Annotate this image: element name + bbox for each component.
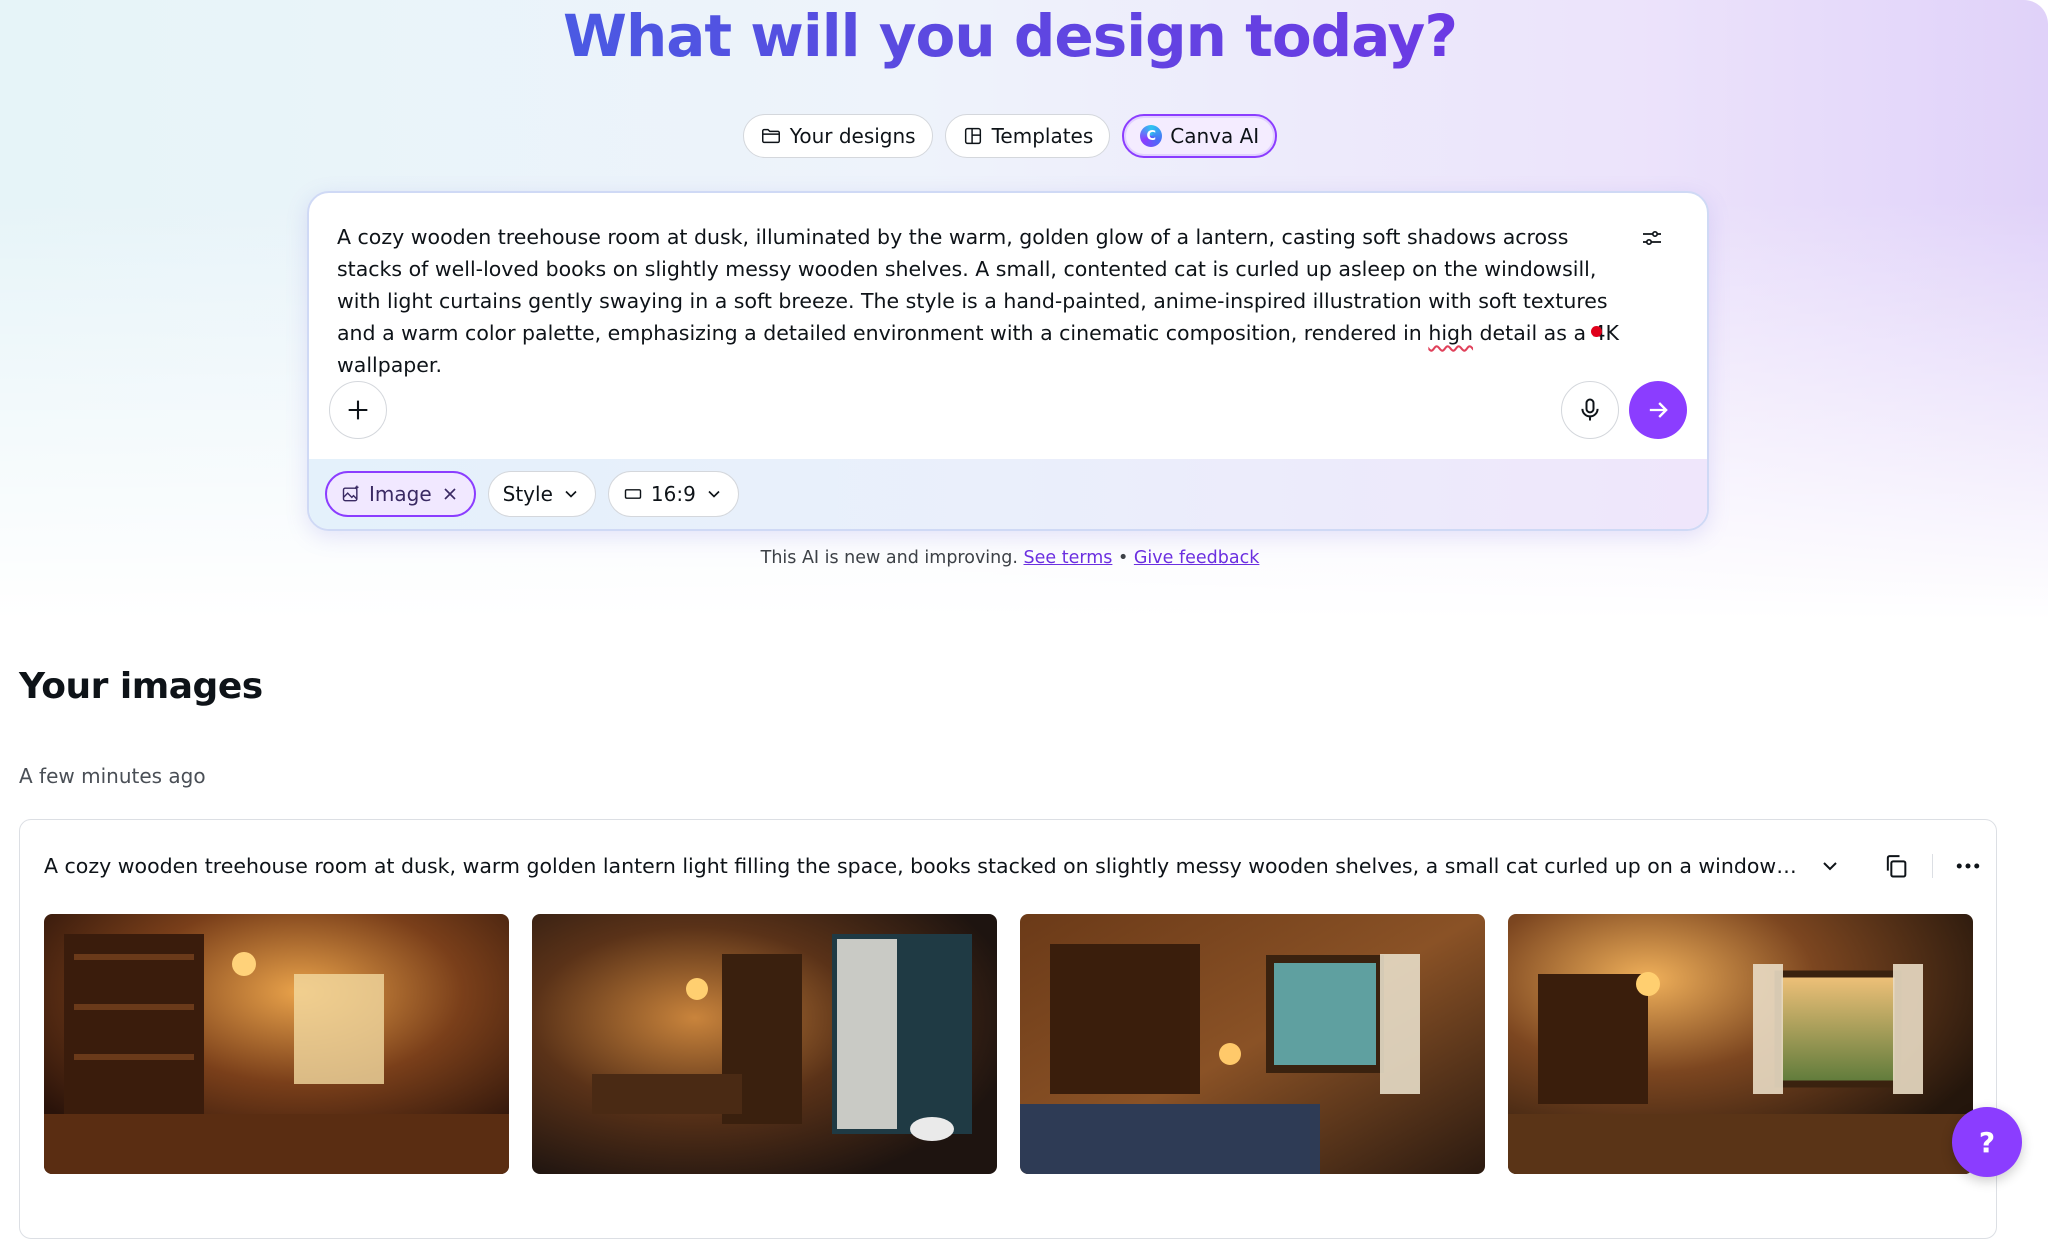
- design-tabs: Your designs Templates C Canva AI: [0, 114, 2020, 158]
- tab-label: Canva AI: [1170, 124, 1260, 148]
- ai-disclaimer: This AI is new and improving. See terms …: [0, 548, 2020, 568]
- prompt-composer: A cozy wooden treehouse room at dusk, il…: [307, 191, 1709, 531]
- copy-icon: [1886, 855, 1907, 878]
- image-type-chip[interactable]: Image: [325, 471, 476, 517]
- style-label: Style: [502, 482, 553, 506]
- expand-prompt-button[interactable]: [1812, 848, 1848, 884]
- template-icon: [964, 127, 981, 145]
- treehouse-illustration-3: [1020, 914, 1485, 1174]
- send-button[interactable]: [1629, 381, 1687, 439]
- plus-icon: [348, 400, 368, 420]
- your-images-heading: Your images: [19, 666, 263, 707]
- spellcheck-word: high: [1428, 321, 1474, 345]
- more-horizontal-icon: [1956, 863, 1980, 869]
- aspect-ratio-icon: [624, 489, 642, 499]
- chevron-down-icon: [708, 490, 720, 498]
- chevron-down-icon: [1823, 862, 1837, 871]
- treehouse-illustration-4: [1508, 914, 1973, 1174]
- copy-prompt-button[interactable]: [1878, 848, 1914, 884]
- microphone-button[interactable]: [1561, 381, 1619, 439]
- close-icon[interactable]: [440, 484, 460, 504]
- options-bar: Image Style 16:9: [309, 459, 1707, 529]
- tab-label: Templates: [991, 124, 1094, 148]
- generated-image[interactable]: [532, 914, 997, 1174]
- arrow-right-icon: [1649, 402, 1668, 418]
- settings-sliders-button[interactable]: [1637, 223, 1667, 253]
- chevron-down-icon: [565, 490, 577, 498]
- tab-templates[interactable]: Templates: [944, 114, 1111, 158]
- image-sparkle-icon: [342, 485, 359, 502]
- treehouse-illustration-1: [44, 914, 509, 1174]
- timestamp-label: A few minutes ago: [19, 764, 206, 788]
- generated-image[interactable]: [1508, 914, 1973, 1174]
- generated-image[interactable]: [44, 914, 509, 1174]
- see-terms-link[interactable]: See terms: [1024, 548, 1113, 568]
- separator-bullet: •: [1117, 548, 1129, 568]
- generated-images: [44, 914, 1973, 1174]
- aspect-ratio-dropdown[interactable]: 16:9: [607, 471, 739, 517]
- sliders-icon: [1643, 230, 1661, 246]
- page-title: What will you design today?: [0, 2, 2020, 70]
- generation-card: A cozy wooden treehouse room at dusk, wa…: [19, 819, 1997, 1239]
- generation-prompt: A cozy wooden treehouse room at dusk, wa…: [44, 854, 1804, 878]
- give-feedback-link[interactable]: Give feedback: [1134, 548, 1260, 568]
- canva-ai-icon: C: [1140, 125, 1163, 147]
- treehouse-illustration-2: [532, 914, 997, 1174]
- prompt-input[interactable]: A cozy wooden treehouse room at dusk, il…: [337, 221, 1627, 381]
- folder-icon: [761, 128, 780, 144]
- tab-label: Your designs: [789, 124, 916, 148]
- more-options-button[interactable]: [1950, 848, 1986, 884]
- add-button[interactable]: [329, 381, 387, 439]
- recording-indicator: [1591, 326, 1602, 337]
- image-chip-label: Image: [369, 482, 432, 506]
- microphone-icon: [1581, 398, 1599, 421]
- tab-your-designs[interactable]: Your designs: [742, 114, 933, 158]
- help-button[interactable]: ?: [1952, 1107, 2022, 1177]
- generated-image[interactable]: [1020, 914, 1485, 1174]
- ratio-label: 16:9: [650, 482, 696, 506]
- disclaimer-text: This AI is new and improving.: [760, 548, 1018, 568]
- style-dropdown[interactable]: Style: [487, 471, 596, 517]
- divider: [1932, 854, 1933, 878]
- tab-canva-ai[interactable]: C Canva AI: [1122, 114, 1278, 158]
- prompt-text: A cozy wooden treehouse room at dusk, il…: [337, 225, 1608, 345]
